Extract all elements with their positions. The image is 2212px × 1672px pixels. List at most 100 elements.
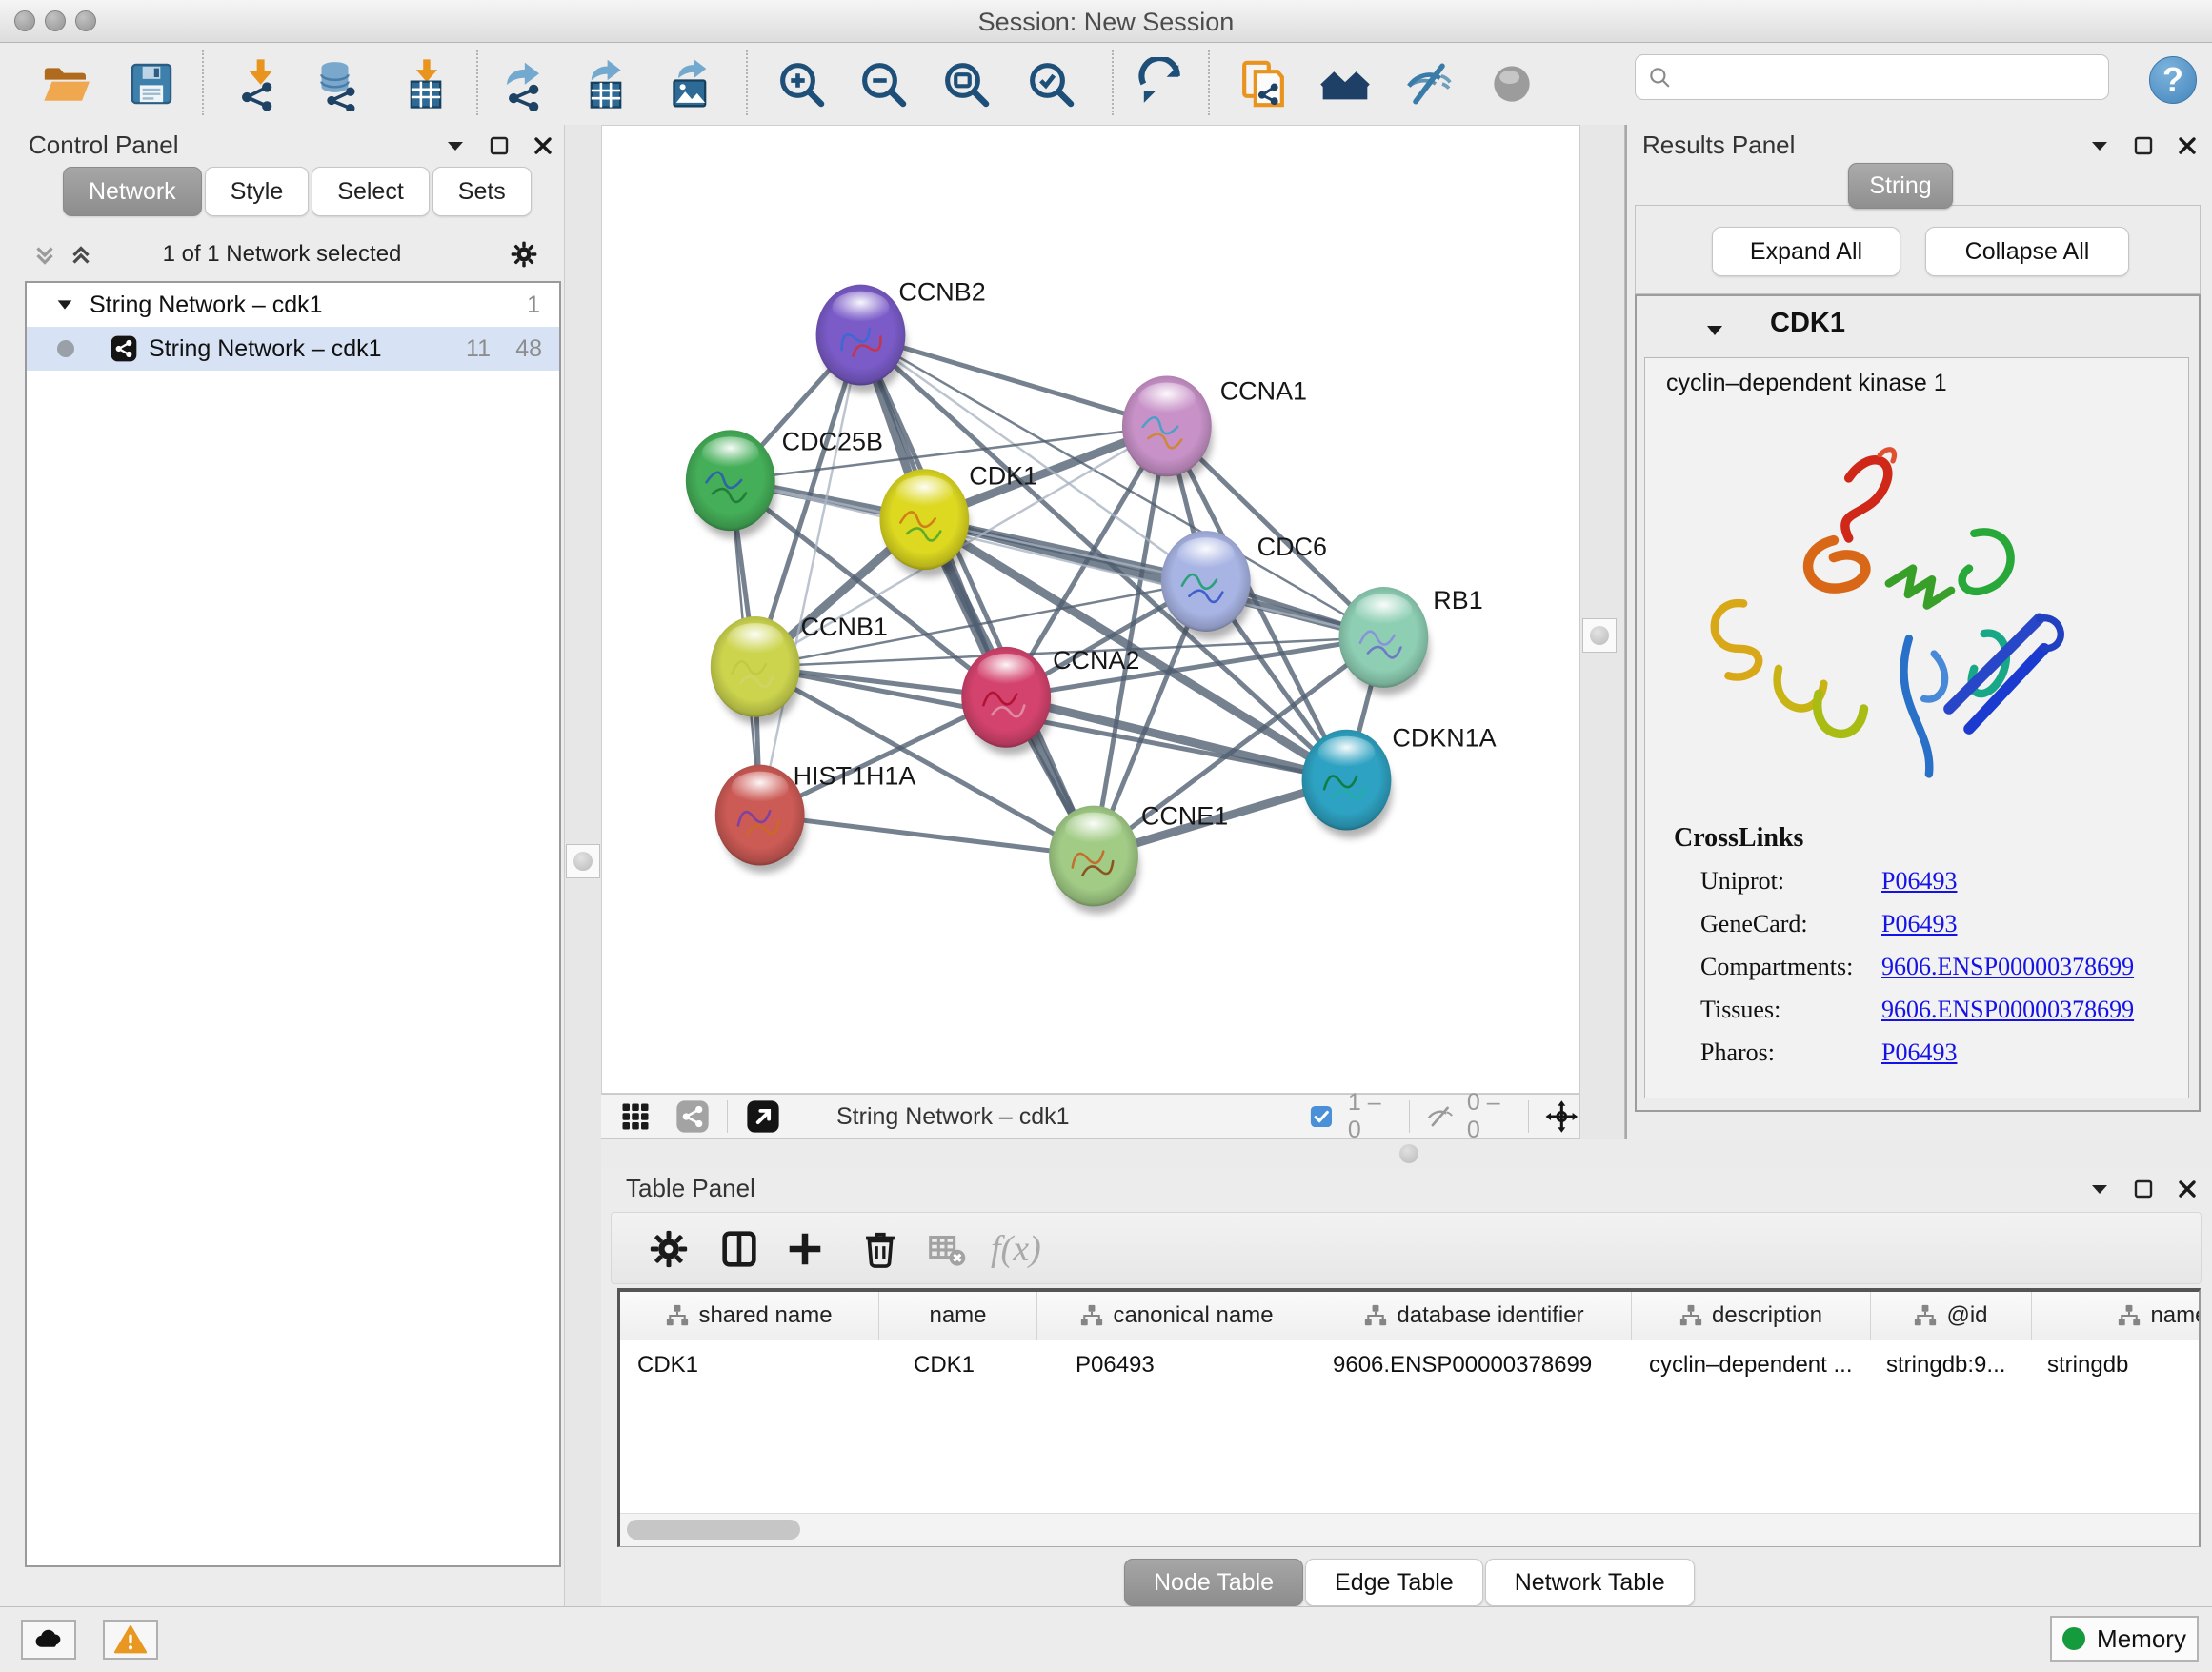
crosslink-link[interactable]: 9606.ENSP00000378699 [1881, 996, 2134, 1038]
export-image-button[interactable] [663, 56, 718, 111]
network-edge[interactable] [760, 335, 861, 816]
export-table-button[interactable] [578, 56, 633, 111]
selected-checkbox-icon[interactable] [1308, 1101, 1335, 1132]
delete-table-button[interactable] [921, 1224, 971, 1274]
network-badge-icon[interactable] [674, 1098, 712, 1136]
tab-network[interactable]: Network [63, 167, 202, 216]
network-edge[interactable] [760, 816, 1094, 856]
horizontal-splitter[interactable] [601, 1139, 2212, 1168]
export-network-button[interactable] [498, 56, 553, 111]
network-tree-row[interactable]: String Network – cdk11148 [27, 327, 559, 371]
column-header-database-identifier[interactable]: database identifier [1317, 1292, 1632, 1340]
network-node-CDKN1A[interactable]: CDKN1A [1302, 724, 1497, 838]
function-builder-button[interactable]: f(x) [991, 1224, 1041, 1274]
import-table-button[interactable] [398, 56, 453, 111]
search-input[interactable] [1672, 63, 2076, 91]
column-header-shared-name[interactable]: shared name [620, 1292, 879, 1340]
search-box[interactable] [1635, 54, 2109, 100]
panel-collapse-icon[interactable] [444, 134, 467, 157]
panel-float-icon[interactable] [2132, 134, 2155, 157]
save-session-button[interactable] [124, 56, 179, 111]
refresh-button[interactable] [1134, 56, 1189, 111]
memory-button[interactable]: Memory [2050, 1616, 2199, 1662]
column-header-name[interactable]: name [879, 1292, 1037, 1340]
tab-sets[interactable]: Sets [432, 167, 532, 216]
zoom-out-button[interactable] [855, 56, 911, 111]
network-tree-root-row[interactable]: String Network – cdk1 1 [27, 283, 559, 327]
network-node-CCNA1[interactable]: CCNA1 [1122, 375, 1307, 484]
import-network-button[interactable] [231, 56, 287, 111]
network-node-CCNE1[interactable]: CCNE1 [1049, 802, 1228, 915]
network-edge[interactable] [860, 335, 1166, 427]
vertical-splitter-left[interactable] [564, 125, 602, 1606]
table-row[interactable]: CDK1CDK1P064939606.ENSP00000378699cyclin… [620, 1340, 2199, 1390]
panel-close-icon[interactable] [2176, 1178, 2199, 1200]
table-cell[interactable]: stringdb:9... [1871, 1340, 2032, 1390]
tab-style[interactable]: Style [205, 167, 310, 216]
delete-column-button[interactable] [855, 1224, 905, 1274]
show-hide-button[interactable] [1401, 56, 1457, 111]
panel-float-icon[interactable] [2132, 1178, 2155, 1200]
import-database-button[interactable] [311, 56, 366, 111]
collapse-all-button[interactable]: Collapse All [1925, 227, 2129, 276]
column-header-canonical-name[interactable]: canonical name [1037, 1292, 1317, 1340]
table-cell[interactable]: CDK1 [620, 1340, 879, 1390]
add-column-button[interactable] [780, 1224, 830, 1274]
copy-network-button[interactable] [1236, 56, 1291, 111]
splitter-handle[interactable] [566, 844, 600, 878]
tab-edge-table[interactable]: Edge Table [1305, 1559, 1483, 1606]
network-node-CDC6[interactable]: CDC6 [1161, 531, 1327, 639]
column-header-description[interactable]: description [1632, 1292, 1871, 1340]
panel-collapse-icon[interactable] [2088, 134, 2111, 157]
crosslink-link[interactable]: P06493 [1881, 1038, 1957, 1081]
network-graph[interactable]: CCNB2CCNA1CDC25BCDK1CDC6RB1CCNB1CCNA2CDK… [602, 126, 1579, 1093]
network-node-CCNB2[interactable]: CCNB2 [816, 278, 986, 393]
panel-collapse-icon[interactable] [2088, 1178, 2111, 1200]
zoom-in-button[interactable] [774, 56, 829, 111]
tab-select[interactable]: Select [312, 167, 429, 216]
table-cell[interactable]: CDK1 [879, 1340, 1037, 1390]
expand-all-button[interactable]: Expand All [1712, 227, 1900, 276]
panel-close-icon[interactable] [2176, 134, 2199, 157]
table-settings-button[interactable] [644, 1224, 694, 1274]
gene-entry-header[interactable]: CDK1 [1637, 296, 2199, 355]
inactive-eye-button[interactable] [1484, 56, 1539, 111]
warning-status-button[interactable] [103, 1620, 158, 1660]
show-columns-button[interactable] [714, 1224, 764, 1274]
home-pages-button[interactable] [1317, 56, 1373, 111]
table-cell[interactable]: cyclin–dependent ... [1632, 1340, 1871, 1390]
zoom-selected-button[interactable] [1023, 56, 1078, 111]
splitter-handle[interactable] [1582, 618, 1617, 653]
table-cell[interactable]: P06493 [1037, 1340, 1317, 1390]
network-node-RB1[interactable]: RB1 [1338, 586, 1482, 695]
open-in-new-window-icon[interactable] [743, 1097, 783, 1137]
tab-network-table[interactable]: Network Table [1485, 1559, 1695, 1606]
crosslink-link[interactable]: P06493 [1881, 867, 1957, 910]
panel-float-icon[interactable] [488, 134, 511, 157]
column-header--id[interactable]: @id [1871, 1292, 2032, 1340]
network-node-CDK1[interactable]: CDK1 [879, 461, 1037, 577]
crosslink-link[interactable]: 9606.ENSP00000378699 [1881, 953, 2134, 996]
zoom-fit-button[interactable] [938, 56, 994, 111]
table-horizontal-scrollbar[interactable] [620, 1513, 2199, 1546]
fit-content-crosshair-icon[interactable] [1544, 1097, 1579, 1137]
network-canvas[interactable]: CCNB2CCNA1CDC25BCDK1CDC6RB1CCNB1CCNA2CDK… [601, 125, 1579, 1094]
table-cell[interactable]: 9606.ENSP00000378699 [1317, 1340, 1632, 1390]
panel-close-icon[interactable] [532, 134, 554, 157]
cloud-status-button[interactable] [21, 1620, 76, 1660]
scrollbar-thumb[interactable] [627, 1520, 800, 1540]
crosslink-link[interactable]: P06493 [1881, 910, 1957, 953]
help-button[interactable]: ? [2149, 56, 2197, 104]
grid-view-icon[interactable] [618, 1099, 653, 1134]
tab-string[interactable]: String [1848, 163, 1953, 209]
network-node-HIST1H1A[interactable]: HIST1H1A [715, 762, 916, 874]
open-file-button[interactable] [38, 56, 93, 111]
table-cell[interactable]: stringdb [2032, 1340, 2201, 1390]
splitter-handle[interactable] [1399, 1144, 1418, 1163]
tree-expand-caret-icon[interactable] [54, 294, 75, 315]
network-options-gear-icon[interactable] [509, 239, 539, 270]
entry-caret-icon[interactable] [1703, 319, 1726, 342]
tab-node-table[interactable]: Node Table [1124, 1559, 1303, 1606]
vertical-splitter-right[interactable] [1579, 125, 1625, 1139]
column-header-namespace[interactable]: namespace [2032, 1292, 2201, 1340]
